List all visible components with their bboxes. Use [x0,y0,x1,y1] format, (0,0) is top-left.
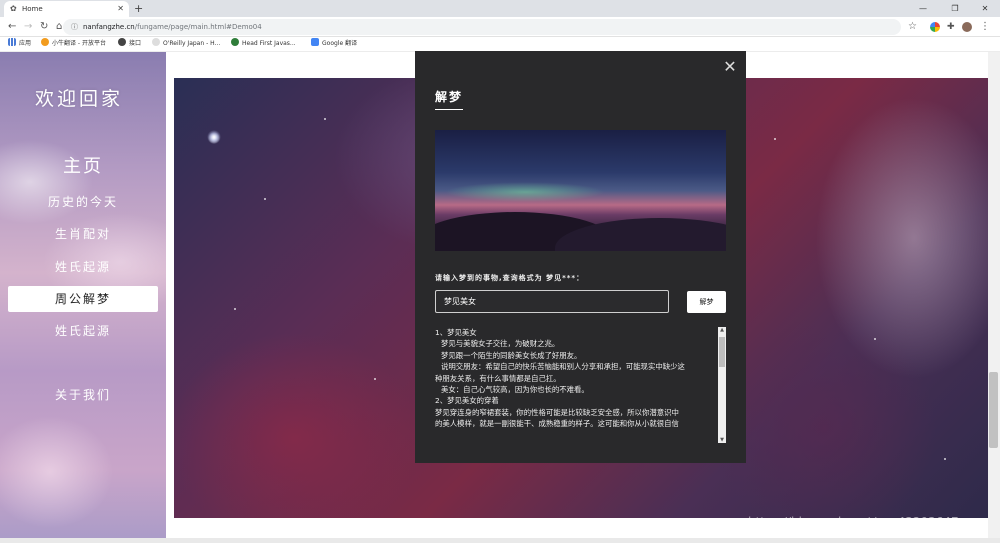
maximize-icon[interactable]: ❐ [940,0,970,17]
bookmark-item[interactable]: Head First Javas... [231,37,296,51]
result-line: 梦见跟一个陌生的同龄美女长成了好朋友。 [441,350,582,360]
info-icon[interactable]: ⓘ [71,19,78,35]
bookmark-item[interactable]: Google 翻译 [311,37,357,51]
dream-results: 1、梦见美女 梦见与美貌女子交往，为破财之兆。 梦见跟一个陌生的同龄美女长成了好… [435,327,736,443]
nav-item-history-today[interactable]: 历史的今天 [8,189,158,215]
niutrans-icon [41,38,49,46]
bookmark-apps[interactable]: 应用 [8,37,31,51]
home-icon[interactable]: ⌂ [56,17,62,37]
result-line: 1、梦见美女 [435,328,477,337]
nav-item-zodiac-match[interactable]: 生肖配对 [8,221,158,247]
nav-item-surname-origin-2[interactable]: 姓氏起源 [8,318,158,344]
scroll-down-arrow-icon[interactable]: ▼ [719,437,725,443]
query-prompt: 请输入梦到的事物,查询格式为 梦见***： [435,274,585,282]
bookmark-item[interactable]: 小牛翻译 - 开放平台 [41,37,106,51]
star [774,138,776,140]
nav-item-about-us[interactable]: 关于我们 [8,382,158,408]
star [324,118,326,120]
star [944,458,946,460]
bookmark-star-icon[interactable]: ☆ [908,17,917,37]
nav-item-surname-origin[interactable]: 姓氏起源 [8,254,158,280]
address-bar[interactable]: ⓘ nanfangzhe.cn/fungame/page/main.html#D… [63,19,901,35]
close-icon[interactable]: ✕ [722,59,738,75]
tab-title: Home [22,5,43,13]
browser-tab-strip: ✿ Home ✕ + — ❐ ✕ [0,0,1000,17]
nav-home[interactable]: 主页 [0,152,166,178]
back-icon[interactable]: ← [8,17,16,37]
result-line: 的美人模样，就是一副很能干、成熟稳重的样子。这可能和你从小就很自信 [435,419,679,429]
extension-icon[interactable] [930,22,940,32]
results-scrollbar[interactable]: ▲ ▼ [718,327,726,443]
extensions-puzzle-icon[interactable]: ✚ [947,17,955,37]
page-favicon-icon: ✿ [10,4,17,13]
dream-modal: ✕ 解梦 请输入梦到的事物,查询格式为 梦见***： 解梦 1、梦见美女 梦见与… [415,51,746,463]
star [874,338,876,340]
result-line: 说明交朋友：希望自己的快乐苦恼能和别人分享和承担，可能现实中缺少这 [441,362,685,372]
star [234,308,236,310]
close-window-icon[interactable]: ✕ [970,0,1000,17]
page-scrollbar-thumb[interactable] [989,372,998,448]
result-line: 梦见穿连身的窄裙套装，你的性格可能是比较缺乏安全感，所以你潜意识中 [435,407,679,417]
menu-icon[interactable]: ⋮ [980,17,990,37]
result-line: 美女：自己心气较高，因为你也长的不难看。 [441,385,589,395]
scroll-up-arrow-icon[interactable]: ▲ [719,327,725,333]
result-line: 2、梦见美女的穿着 [435,396,499,406]
profile-avatar-icon[interactable] [962,22,972,32]
interpret-button[interactable]: 解梦 [687,291,726,313]
results-scrollbar-thumb[interactable] [719,337,725,367]
google-translate-icon [311,38,319,46]
forward-icon[interactable]: → [24,17,32,37]
result-line: 梦见与美貌女子交往，为破财之兆。 [441,339,560,349]
apps-grid-icon [8,38,16,46]
head-first-icon [231,38,239,46]
welcome-heading: 欢迎回家 [34,88,123,110]
star [374,378,376,380]
watermark: https://blog.csdn.net/qq_43203647 [748,515,959,529]
modal-title: 解梦 [435,88,464,110]
bookmark-item[interactable]: 接口 [118,37,141,51]
bookmarks-bar: 应用 小牛翻译 - 开放平台 接口 O'Reilly Japan - H... … [0,37,1000,52]
dream-query-input[interactable] [435,290,669,313]
horizontal-scrollbar[interactable] [0,538,1000,543]
starry-landscape-image [435,130,726,251]
nav-item-dream-interpretation[interactable]: 周公解梦 [8,286,158,312]
bright-star [207,130,221,144]
result-line: 种朋友关系，有什么事情都是自己扛。 [435,373,561,383]
browser-toolbar: ← → ↻ ⌂ ⓘ nanfangzhe.cn/fungame/page/mai… [0,17,1000,37]
browser-tab[interactable]: ✿ Home ✕ [4,1,129,17]
url-path: /fungame/page/main.html#Demo04 [134,23,262,31]
bookmark-item[interactable]: O'Reilly Japan - H... [152,37,220,51]
globe-icon [152,38,160,46]
minimize-icon[interactable]: — [908,0,938,17]
globe-icon [118,38,126,46]
star [264,198,266,200]
page-scrollbar[interactable] [988,52,1000,543]
url-host: nanfangzhe.cn [83,23,135,31]
sidebar: 欢迎回家 主页 历史的今天 生肖配对 姓氏起源 周公解梦 姓氏起源 关于我们 [0,52,166,543]
reload-icon[interactable]: ↻ [40,17,48,37]
tab-close-icon[interactable]: ✕ [117,1,124,17]
new-tab-icon[interactable]: + [134,0,143,17]
